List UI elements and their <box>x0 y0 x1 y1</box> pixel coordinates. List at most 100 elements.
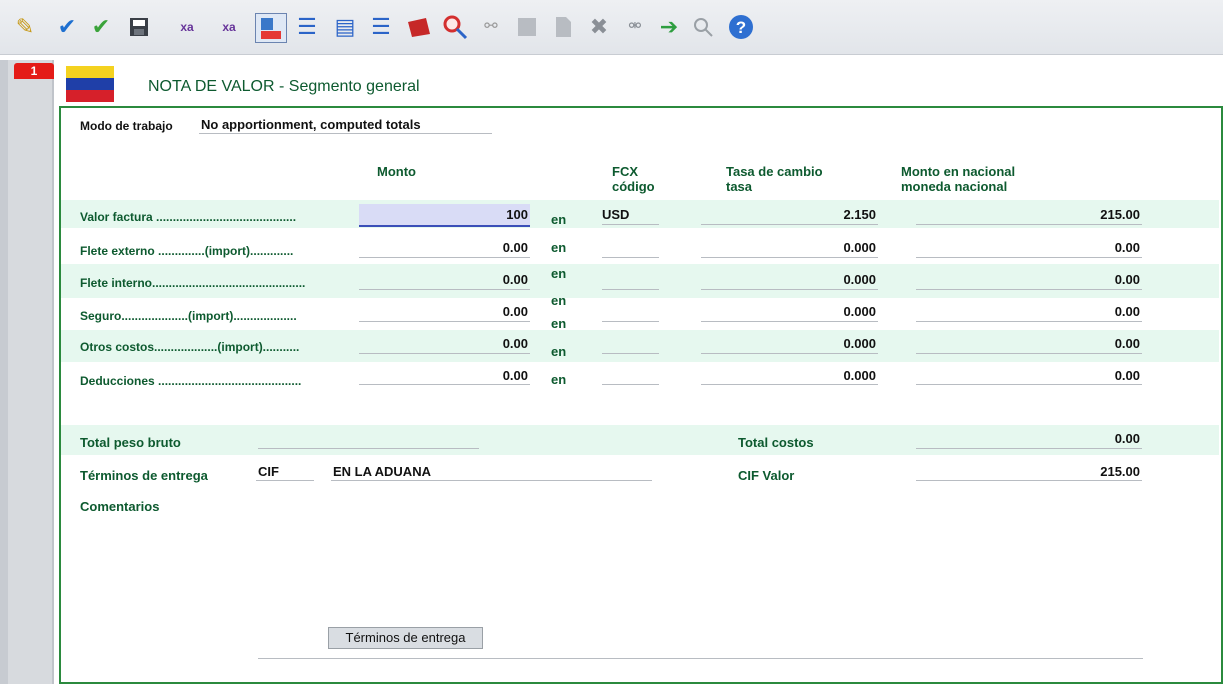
code-underline[interactable] <box>602 384 659 385</box>
terminos-place-underline <box>331 480 652 481</box>
terminos-label: Términos de entrega <box>80 468 208 483</box>
code-underline[interactable] <box>602 289 659 290</box>
total-peso-label: Total peso bruto <box>80 435 181 450</box>
rate-value[interactable]: 0.000 <box>760 240 876 255</box>
monto-value[interactable]: 0.00 <box>440 304 528 319</box>
monto-underline <box>359 321 530 322</box>
mode-value[interactable]: No apportionment, computed totals <box>201 117 421 132</box>
row-label: Flete interno...........................… <box>80 276 306 290</box>
col-fcx: FCX <box>612 164 638 179</box>
find-icon[interactable] <box>440 13 470 41</box>
national-value: 0.00 <box>1114 272 1140 287</box>
mode-label: Modo de trabajo <box>80 119 173 133</box>
total-costos-underline <box>916 448 1142 449</box>
en-label: en <box>551 316 567 331</box>
en-label: en <box>551 212 567 227</box>
rate-value[interactable]: 0.000 <box>760 336 876 351</box>
code-underline[interactable] <box>602 321 659 322</box>
col-tasa: Tasa de cambio <box>726 164 823 179</box>
col-tasa-sub: tasa <box>726 179 753 194</box>
monto-underline <box>359 257 530 258</box>
col-nacional-sub: moneda nacional <box>901 179 1008 194</box>
magic-wand-icon[interactable]: ✎ <box>10 13 40 41</box>
en-label: en <box>551 372 567 387</box>
national-underline <box>916 257 1142 258</box>
svg-text:?: ? <box>736 18 746 37</box>
national-underline <box>916 224 1142 225</box>
rate-underline <box>701 224 878 225</box>
check-icon[interactable]: ✔ <box>52 13 82 41</box>
check-green-icon[interactable]: ✔ <box>86 13 116 41</box>
xml-export-icon[interactable]: xa <box>172 13 202 41</box>
pdf-icon[interactable] <box>404 13 434 41</box>
xml-document-icon[interactable] <box>255 13 287 43</box>
en-label: en <box>551 240 567 255</box>
view-icon[interactable]: ⚮ <box>620 13 650 41</box>
row-label: Otros costos...................(import).… <box>80 340 300 354</box>
bottom-divider <box>258 658 1143 659</box>
national-value: 0.00 <box>1114 304 1140 319</box>
zoom-icon[interactable] <box>688 13 718 41</box>
monto-value[interactable]: 0.00 <box>440 368 528 383</box>
code-underline[interactable] <box>602 257 659 258</box>
total-peso-field[interactable] <box>258 448 479 449</box>
code-underline <box>602 224 659 225</box>
national-value: 0.00 <box>1114 368 1140 383</box>
en-label: en <box>551 344 567 359</box>
national-value: 215.00 <box>1100 207 1140 222</box>
print-list-icon[interactable]: ☰ <box>366 13 396 41</box>
xml-import-icon[interactable]: xa <box>214 13 244 41</box>
print-color-icon[interactable]: ▤ <box>330 13 360 41</box>
page-title: NOTA DE VALOR - Segmento general <box>148 78 420 95</box>
document-icon[interactable] <box>548 13 578 41</box>
link-icon[interactable]: ⚯ <box>476 13 506 41</box>
delete-icon[interactable]: ✖ <box>584 13 614 41</box>
forward-arrow-icon[interactable]: ➔ <box>654 13 684 41</box>
national-value: 0.00 <box>1114 336 1140 351</box>
monto-value[interactable]: 100 <box>440 207 528 222</box>
venezuela-flag-icon <box>66 66 114 102</box>
rate-underline <box>701 384 878 385</box>
row-label: Seguro....................(import)......… <box>80 309 297 323</box>
total-costos-label: Total costos <box>738 435 814 450</box>
code-value[interactable]: USD <box>602 207 629 222</box>
monto-value[interactable]: 0.00 <box>440 240 528 255</box>
cif-underline <box>916 480 1142 481</box>
rate-underline <box>701 289 878 290</box>
rate-value[interactable]: 0.000 <box>760 272 876 287</box>
rate-underline <box>701 257 878 258</box>
monto-underline <box>359 384 530 385</box>
row-label: Deducciones ............................… <box>80 374 302 388</box>
en-label: en <box>551 266 567 281</box>
save-icon[interactable] <box>124 13 154 41</box>
terminos-place[interactable]: EN LA ADUANA <box>333 464 431 479</box>
terminos-code-underline <box>256 480 314 481</box>
en-label: en <box>551 293 567 308</box>
mode-underline <box>199 133 492 134</box>
rate-value[interactable]: 2.150 <box>760 207 876 222</box>
rate-value[interactable]: 0.000 <box>760 304 876 319</box>
monto-value[interactable]: 0.00 <box>440 336 528 351</box>
national-underline <box>916 384 1142 385</box>
code-underline[interactable] <box>602 353 659 354</box>
national-underline <box>916 353 1142 354</box>
national-value: 0.00 <box>1114 240 1140 255</box>
rate-underline <box>701 353 878 354</box>
col-monto: Monto <box>377 164 416 179</box>
rate-value[interactable]: 0.000 <box>760 368 876 383</box>
comentarios-label: Comentarios <box>80 499 160 514</box>
toolbar: ✎ ✔ ✔ xa xa ☰ ▤ ☰ ⚯ ✖ ⚮ ➔ ? <box>0 0 1223 55</box>
print-icon[interactable]: ☰ <box>292 13 322 41</box>
cif-label: CIF Valor <box>738 468 795 483</box>
left-rail <box>0 60 54 684</box>
monto-value[interactable]: 0.00 <box>440 272 528 287</box>
row-label: Valor factura ..........................… <box>80 210 297 224</box>
terminos-entrega-button[interactable]: Términos de entrega <box>328 627 483 649</box>
terminos-code[interactable]: CIF <box>258 464 279 479</box>
rail-strip <box>0 60 8 684</box>
side-tab-number[interactable]: 1 <box>14 63 54 79</box>
help-icon[interactable]: ? <box>726 13 756 41</box>
row-label: Flete externo ..............(import)....… <box>80 244 294 258</box>
col-nacional: Monto en nacional <box>901 164 1016 179</box>
edit-icon[interactable] <box>512 13 542 41</box>
